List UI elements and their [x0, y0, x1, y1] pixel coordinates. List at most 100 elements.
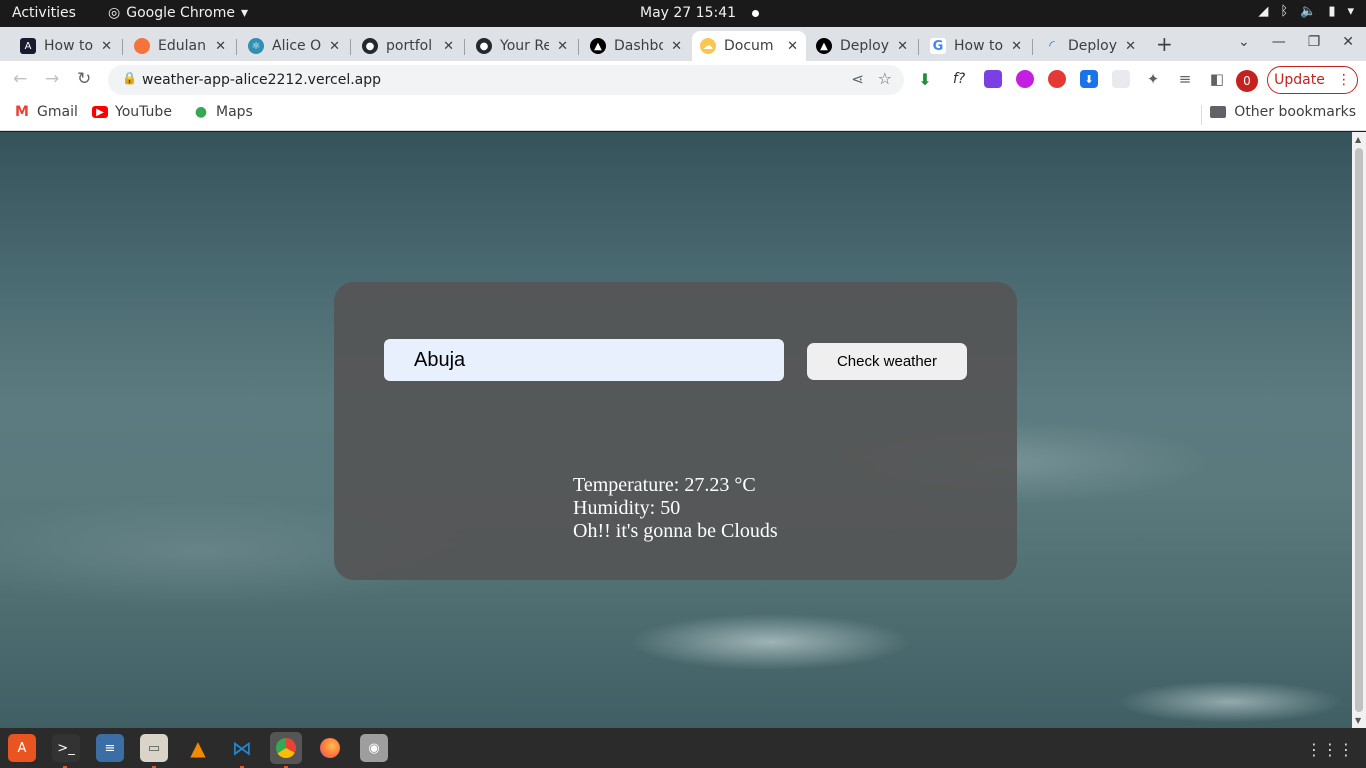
share-icon[interactable]: ⋖	[851, 70, 864, 88]
close-window-icon[interactable]: ✕	[1342, 34, 1354, 50]
bookmark-label: Maps	[216, 104, 253, 120]
dock: A >_ ≡ ▭ ▲ ⋈ ◉ ⋮⋮⋮	[0, 728, 1366, 768]
bookmark-star-icon[interactable]: ☆	[878, 69, 892, 88]
tab-8[interactable]: ▲ Deploy ✕	[808, 31, 916, 61]
close-icon[interactable]: ✕	[443, 39, 454, 54]
tab-title: Dashbo	[614, 38, 664, 54]
github-icon: ●	[362, 38, 378, 54]
close-icon[interactable]: ✕	[329, 39, 340, 54]
google-icon: G	[930, 38, 946, 54]
other-bookmarks[interactable]: Other bookmarks	[1210, 104, 1356, 120]
bookmark-youtube[interactable]: ▶ YouTube	[92, 104, 172, 120]
close-icon[interactable]: ✕	[787, 39, 798, 54]
lock-icon[interactable]: 🔒	[122, 71, 137, 85]
terminal-icon[interactable]: >_	[52, 734, 80, 762]
side-panel-icon[interactable]: ◧	[1208, 70, 1226, 88]
color-extension-icon[interactable]	[984, 70, 1002, 88]
weather-result: Temperature: 27.23 °C Humidity: 50 Oh!! …	[573, 474, 778, 543]
system-tray[interactable]: ◢ ᛒ 🔈 ▮ ▾	[1258, 4, 1354, 19]
tab-1[interactable]: A How to ✕	[12, 31, 120, 61]
weather-card: Check weather Temperature: 27.23 °C Humi…	[334, 282, 1017, 580]
folder-icon	[1210, 106, 1227, 118]
scroll-down-icon[interactable]: ▼	[1355, 716, 1361, 725]
bookmark-gmail[interactable]: M Gmail	[14, 104, 78, 120]
tab-2[interactable]: Edulan ✕	[126, 31, 234, 61]
tab-separator	[918, 39, 919, 55]
chrome-icon[interactable]	[270, 732, 302, 764]
bluetooth-icon: ᛒ	[1280, 4, 1289, 19]
tab-7-active[interactable]: ☁ Docum ✕	[692, 31, 806, 61]
download-manager-extension-icon[interactable]: ⬇	[1080, 70, 1098, 88]
vscode-icon[interactable]: ⋈	[228, 734, 256, 762]
tab-5[interactable]: ● Your Re ✕	[468, 31, 576, 61]
url-text[interactable]: weather-app-alice2212.vercel.app	[142, 72, 381, 88]
close-icon[interactable]: ✕	[101, 39, 112, 54]
download-arrow-extension-icon[interactable]: ⬇	[916, 70, 934, 89]
text-editor-icon[interactable]: ≡	[96, 734, 124, 762]
grid-extension-icon[interactable]	[1112, 70, 1130, 88]
edulan-icon	[134, 38, 150, 54]
close-icon[interactable]: ✕	[215, 39, 226, 54]
tab-4[interactable]: ● portfol ✕	[354, 31, 462, 61]
activities-button[interactable]: Activities	[12, 5, 76, 21]
window-controls: ⌄ — ❐ ✕	[1238, 34, 1354, 50]
close-icon[interactable]: ✕	[1125, 39, 1136, 54]
city-input[interactable]	[384, 339, 784, 381]
paint-extension-icon[interactable]	[1016, 70, 1034, 88]
reload-icon[interactable]: ↻	[77, 69, 91, 89]
font-finder-extension-icon[interactable]: f?	[948, 70, 970, 88]
other-bookmarks-label: Other bookmarks	[1234, 104, 1356, 120]
browser-toolbar: ← → ↻ 🔒 weather-app-alice2212.vercel.app…	[0, 61, 1366, 99]
profile-avatar[interactable]: 0	[1236, 70, 1258, 92]
volume-icon: 🔈	[1300, 4, 1317, 19]
vlc-icon[interactable]: ▲	[184, 734, 212, 762]
disks-icon[interactable]: ◉	[360, 734, 388, 762]
new-tab-button[interactable]: +	[1156, 32, 1173, 56]
tab-9[interactable]: G How to ✕	[922, 31, 1030, 61]
color-wheel-extension-icon[interactable]	[1048, 70, 1066, 88]
tab-search-icon[interactable]: ⌄	[1238, 34, 1250, 50]
close-icon[interactable]: ✕	[557, 39, 568, 54]
tab-6[interactable]: ▲ Dashbo ✕	[582, 31, 690, 61]
scrollbar-thumb[interactable]	[1355, 148, 1363, 712]
battery-icon: ▮	[1328, 4, 1336, 19]
tab-title: How to	[954, 38, 1004, 54]
app-menu[interactable]: ◎ Google Chrome ▾	[108, 5, 248, 21]
tab-3[interactable]: ⚛ Alice O ✕	[240, 31, 348, 61]
clock[interactable]: May 27 15:41	[640, 5, 760, 21]
software-center-icon[interactable]: A	[8, 734, 36, 762]
vercel-icon: ▲	[816, 38, 832, 54]
tab-separator	[578, 39, 579, 55]
weather-icon: ☁	[700, 38, 716, 54]
page-scrollbar[interactable]: ▲ ▼	[1352, 132, 1366, 728]
tab-separator	[350, 39, 351, 55]
close-icon[interactable]: ✕	[897, 39, 908, 54]
angular-icon: A	[20, 38, 36, 54]
show-applications-icon[interactable]: ⋮⋮⋮	[1306, 740, 1354, 759]
extensions-area: ⬇ f? ⬇ ✦ ≡ ◧	[916, 70, 1226, 89]
tab-separator	[464, 39, 465, 55]
close-icon[interactable]: ✕	[1011, 39, 1022, 54]
scroll-up-icon[interactable]: ▲	[1355, 135, 1361, 144]
minimize-icon[interactable]: —	[1272, 34, 1286, 50]
tab-10[interactable]: ◜ Deploy ✕	[1036, 31, 1144, 61]
check-weather-button[interactable]: Check weather	[807, 343, 967, 380]
forward-icon[interactable]: →	[45, 69, 59, 89]
bookmark-maps[interactable]: ● Maps	[193, 104, 253, 120]
tab-separator	[1032, 39, 1033, 55]
files-icon[interactable]: ▭	[140, 734, 168, 762]
bookmarks-separator	[1201, 105, 1202, 125]
firefox-icon[interactable]	[316, 734, 344, 762]
back-icon[interactable]: ←	[13, 69, 27, 89]
tab-title: Docum	[724, 38, 774, 54]
close-icon[interactable]: ✕	[671, 39, 682, 54]
puzzle-extensions-icon[interactable]: ✦	[1144, 70, 1162, 88]
reading-list-icon[interactable]: ≡	[1176, 70, 1194, 88]
temperature-text: Temperature: 27.23 °C	[573, 474, 756, 496]
chrome-small-icon: ◎	[108, 5, 121, 21]
restore-icon[interactable]: ❐	[1308, 34, 1321, 50]
youtube-icon: ▶	[92, 106, 108, 118]
loading-icon: ◜	[1049, 38, 1055, 54]
address-bar[interactable]: 🔒 weather-app-alice2212.vercel.app ⋖ ☆	[108, 65, 904, 95]
update-button[interactable]: Update ⋮	[1267, 66, 1358, 94]
